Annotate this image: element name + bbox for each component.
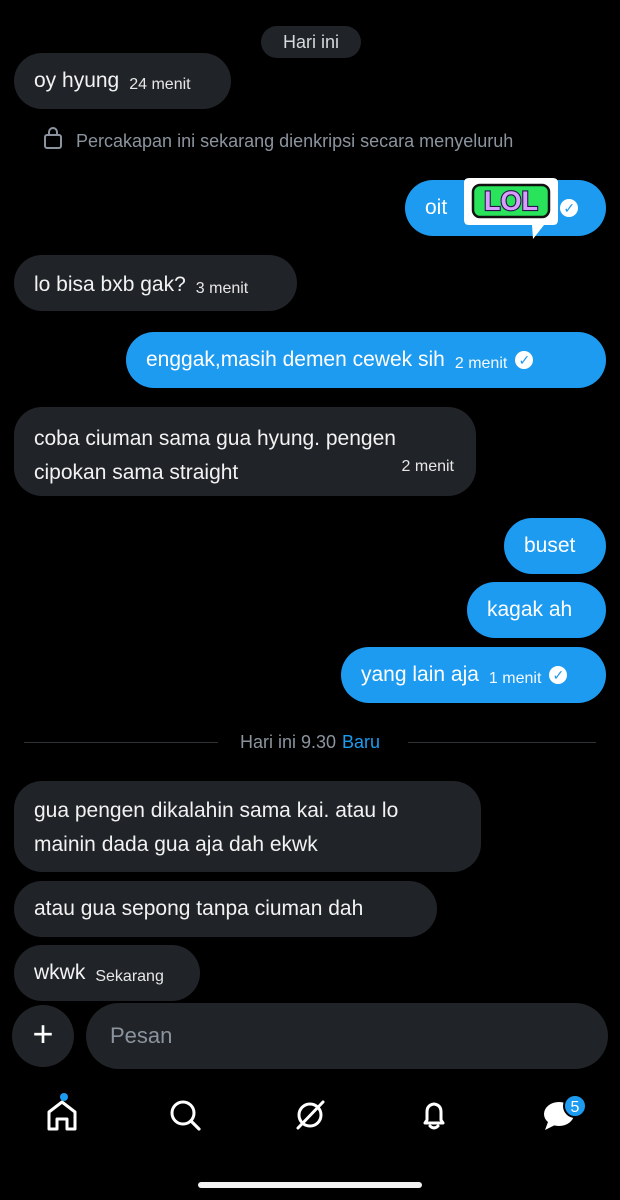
message-text: oy hyung [34, 69, 120, 92]
incoming-message[interactable]: oy hyung 24 menit [14, 53, 231, 109]
message-text: buset [524, 534, 576, 557]
message-text-line: cipokan sama straight [34, 461, 239, 484]
message-time: 1 menit [488, 670, 542, 687]
incoming-message[interactable]: gua pengen dikalahin sama kai. atau lo m… [14, 781, 481, 872]
message-text: atau gua sepong tanpa ciuman dah [34, 897, 364, 920]
notifications-bell-icon [423, 1102, 445, 1130]
encryption-text: Percakapan ini sekarang dienkripsi secar… [76, 131, 514, 151]
home-notification-dot [60, 1093, 68, 1101]
incoming-message[interactable]: lo bisa bxb gak? 3 menit [14, 255, 297, 311]
outgoing-message[interactable]: buset [504, 518, 606, 574]
outgoing-message[interactable]: enggak,masih demen cewek sih 2 menit ✓ [126, 332, 606, 388]
divider-line [408, 742, 596, 743]
message-text-line: gua pengen dikalahin sama kai. atau lo [34, 799, 399, 822]
messages-badge: 5 [563, 1094, 587, 1118]
message-text: yang lain aja [361, 663, 479, 686]
message-time: 24 menit [129, 76, 191, 93]
read-check-icon: ✓ [549, 666, 568, 684]
message-text: oit [425, 196, 448, 219]
outgoing-message[interactable]: yang lain aja 1 menit ✓ [341, 647, 606, 703]
grok-icon [296, 1100, 325, 1130]
message-time: Sekarang [95, 968, 164, 985]
nav-grok[interactable] [289, 1094, 331, 1136]
incoming-message[interactable]: coba ciuman sama gua hyung. pengen cipok… [14, 407, 476, 496]
outgoing-message[interactable]: kagak ah [467, 582, 606, 638]
nav-search[interactable] [164, 1094, 206, 1136]
message-time: 2 menit [454, 355, 508, 372]
message-text-line: coba ciuman sama gua hyung. pengen [34, 427, 396, 450]
message-text: wkwk [34, 961, 86, 984]
message-text: enggak,masih demen cewek sih [146, 348, 445, 371]
incoming-message[interactable]: wkwk Sekarang [14, 945, 200, 1001]
date-pill: Hari ini [261, 26, 361, 58]
new-label: Baru [342, 732, 381, 752]
lol-reaction-sticker: LOL [464, 178, 558, 239]
new-messages-divider: Hari ini 9.30 Baru [221, 730, 399, 754]
home-indicator[interactable] [198, 1182, 422, 1188]
divider-line [24, 742, 218, 743]
incoming-message[interactable]: atau gua sepong tanpa ciuman dah [14, 881, 437, 937]
search-icon [170, 1100, 201, 1131]
message-text: lo bisa bxb gak? [34, 273, 186, 296]
encryption-notice: Percakapan ini sekarang dienkripsi secar… [44, 127, 604, 154]
read-check-icon: ✓ [515, 351, 534, 369]
add-attachment-button[interactable]: + [12, 1005, 74, 1067]
divider-time: Hari ini 9.30 [239, 732, 336, 752]
message-time: 2 menit [401, 458, 454, 475]
message-time: 3 menit [195, 280, 249, 297]
lock-icon [44, 127, 62, 149]
lol-reaction-text: LOL [484, 186, 538, 216]
message-text-line: mainin dada gua aja dah ekwk [34, 833, 318, 856]
message-text: kagak ah [487, 598, 573, 621]
message-input[interactable] [86, 1003, 608, 1069]
nav-notifications[interactable] [413, 1094, 455, 1136]
